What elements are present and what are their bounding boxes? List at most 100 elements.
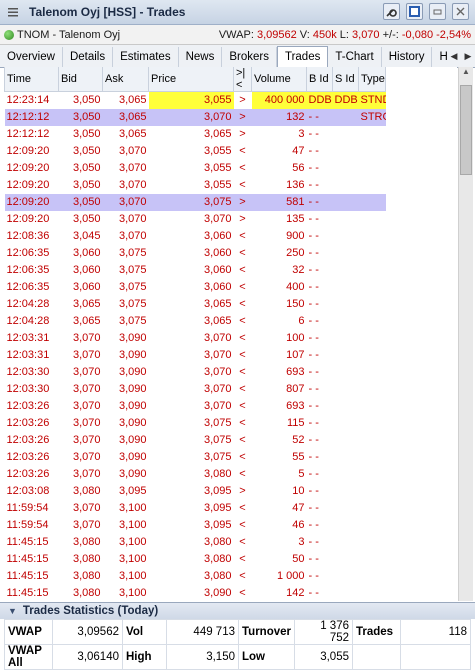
col-header-bid[interactable]: Bid [58, 67, 103, 92]
trade-cell-time: 11:45:15 [6, 570, 49, 582]
settings-wrench-icon[interactable] [383, 3, 400, 20]
trade-row[interactable]: 12:03:26 3,070 3,090 3,075 <55- - [5, 449, 386, 466]
trade-row[interactable]: 12:03:26 3,070 3,090 3,075 <52- - [5, 432, 386, 449]
trade-cell-sell-id [333, 551, 359, 568]
trades-scrollbar[interactable]: ▲ [458, 67, 473, 601]
trade-cell-time: 12:03:31 [6, 349, 50, 361]
trade-row[interactable]: 12:03:08 3,080 3,095 3,095 >10- - [5, 483, 386, 500]
stats-label: Turnover [238, 619, 295, 645]
col-header-price[interactable]: Price [148, 67, 234, 92]
trade-row[interactable]: 12:04:28 3,065 3,075 3,065 <150- - [5, 296, 386, 313]
tab-overview[interactable]: Overview [0, 47, 63, 67]
trade-cell-volume: 32 [292, 264, 305, 276]
tab-t-chart[interactable]: T-Chart [328, 47, 382, 67]
trade-row[interactable]: 11:59:54 3,070 3,100 3,095 <47- - [5, 500, 386, 517]
trade-row[interactable]: 12:03:26 3,070 3,090 3,080 <5- - [5, 466, 386, 483]
trades-grid[interactable]: Time Bid Ask Price >|< Volume B Id S Id … [4, 67, 457, 601]
tab-scroll-left-icon[interactable]: ◀ [447, 45, 461, 67]
trade-cell-time: 12:23:14 [6, 94, 50, 107]
tab-history[interactable]: History [382, 47, 433, 67]
tab-details[interactable]: Details [63, 47, 114, 67]
trade-cell-volume: 115 [286, 417, 305, 429]
trade-row[interactable]: 12:09:20 3,050 3,070 3,075 >581- - [4, 193, 386, 211]
trade-row[interactable]: 11:45:15 3,080 3,100 3,090 <142- - [5, 585, 386, 602]
trade-cell-volume: 47 [292, 145, 305, 157]
trade-row[interactable]: 12:09:20 3,050 3,070 3,070 >135- - [5, 211, 386, 228]
trade-cell-time: 12:09:20 [6, 162, 50, 174]
trade-cell-type [359, 398, 386, 415]
trade-cell-type [359, 534, 386, 551]
col-header-direction[interactable]: >|< [233, 67, 252, 92]
trade-cell-bid-id: - - [308, 400, 319, 412]
trade-row[interactable]: 11:59:54 3,070 3,100 3,095 <46- - [5, 517, 386, 534]
trade-cell-bid-id: - - [308, 468, 319, 480]
col-header-volume[interactable]: Volume [251, 67, 307, 92]
col-header-ask[interactable]: Ask [102, 67, 149, 92]
trade-row[interactable]: 12:09:20 3,050 3,070 3,055 <136- - [5, 177, 386, 194]
trade-row[interactable]: 12:03:30 3,070 3,090 3,070 <807- - [5, 381, 386, 398]
stats-label: High [122, 644, 167, 670]
trade-cell-ask: 3,090 [118, 332, 147, 344]
tab-scroll-right-icon[interactable]: ▶ [461, 45, 475, 67]
trade-cell-time: 11:45:15 [6, 553, 49, 565]
trade-cell-time: 12:03:26 [6, 451, 50, 463]
trade-row[interactable]: 12:06:35 3,060 3,075 3,060 <400- - [5, 279, 386, 296]
trade-row[interactable]: 12:03:30 3,070 3,090 3,070 <693- - [5, 364, 386, 381]
trade-cell-bid-id: - - [308, 230, 319, 242]
trade-cell-price: 3,065 [203, 128, 232, 140]
trade-row[interactable]: 11:45:15 3,080 3,100 3,080 <3- - [5, 534, 386, 551]
link-window-icon[interactable] [406, 3, 423, 20]
trade-row[interactable]: 12:03:26 3,070 3,090 3,070 <693- - [5, 398, 386, 415]
trade-row[interactable]: 12:03:26 3,070 3,090 3,075 <115- - [5, 415, 386, 432]
trade-row[interactable]: 11:45:15 3,080 3,100 3,080 <1 000- - [5, 568, 386, 585]
trade-row[interactable]: 12:09:20 3,050 3,070 3,055 <56- - [5, 160, 386, 177]
close-icon[interactable] [452, 3, 469, 20]
trade-cell-type [359, 211, 386, 228]
trade-cell-bid: 3,070 [72, 519, 101, 531]
col-header-sell-id[interactable]: S Id [332, 67, 359, 92]
trade-cell-time: 12:03:30 [6, 366, 50, 378]
scrollbar-thumb[interactable] [460, 85, 472, 175]
col-header-bid-id[interactable]: B Id [306, 67, 333, 92]
scroll-up-icon[interactable]: ▲ [459, 67, 473, 81]
trades-header-row: Time Bid Ask Price >|< Volume B Id S Id … [4, 67, 386, 92]
trade-cell-type [359, 347, 386, 364]
tab-brokers[interactable]: Brokers [222, 47, 277, 67]
trade-row[interactable]: 12:09:20 3,050 3,070 3,055 <47- - [5, 143, 386, 160]
trade-cell-ask: 3,100 [118, 570, 147, 582]
trade-cell-bid: 3,080 [72, 570, 101, 582]
volume-value: 450k [312, 28, 337, 41]
trade-row[interactable]: 12:04:28 3,065 3,075 3,065 <6- - [5, 313, 386, 330]
tab-news[interactable]: News [179, 47, 223, 67]
trade-cell-type [359, 364, 386, 381]
trade-row[interactable]: 12:08:36 3,045 3,070 3,060 <900- - [5, 228, 386, 245]
trade-cell-bid: 3,045 [72, 230, 101, 242]
trade-cell-price: 3,065 [203, 298, 232, 310]
trade-cell-dir: < [239, 468, 246, 480]
last-label: L: [339, 28, 349, 41]
trade-row[interactable]: 12:03:31 3,070 3,090 3,070 <107- - [5, 347, 386, 364]
trade-cell-ask: 3,090 [118, 366, 147, 378]
trade-cell-dir: < [239, 553, 246, 565]
tab-estimates[interactable]: Estimates [113, 47, 179, 67]
stats-value [400, 644, 471, 670]
trade-row[interactable]: 12:23:14 3,050 3,065 3,055 >400 000 DDB DDB STN… [5, 91, 386, 109]
stats-value: 3,09562 [52, 619, 123, 645]
trade-row[interactable]: 12:12:12 3,050 3,065 3,065 >3- - [5, 126, 386, 143]
trade-row[interactable]: 12:12:123,0503,0653,070>132- - STRC [4, 108, 386, 126]
trade-row[interactable]: 12:06:35 3,060 3,075 3,060 <32- - [5, 262, 386, 279]
trade-cell-price: 3,070 [203, 383, 232, 395]
trade-cell-price: 3,055 [203, 145, 232, 157]
trade-row[interactable]: 11:45:15 3,080 3,100 3,080 <50- - [5, 551, 386, 568]
minimize-icon[interactable] [429, 3, 446, 20]
trades-statistics-header[interactable]: ▼ Trades Statistics (Today) [0, 602, 475, 619]
col-header-time[interactable]: Time [4, 67, 59, 92]
trade-row[interactable]: 12:06:35 3,060 3,075 3,060 <250- - [5, 245, 386, 262]
trade-cell-sell-id: DDB [332, 91, 359, 109]
col-header-type[interactable]: Type [358, 67, 386, 92]
trade-row[interactable]: 12:03:31 3,070 3,090 3,070 <100- - [5, 330, 386, 347]
trade-cell-bid: 3,060 [72, 247, 101, 259]
trade-cell-dir: < [239, 264, 246, 276]
collapse-chevron-icon[interactable]: ▼ [8, 606, 17, 616]
tab-trades[interactable]: Trades [276, 46, 329, 67]
